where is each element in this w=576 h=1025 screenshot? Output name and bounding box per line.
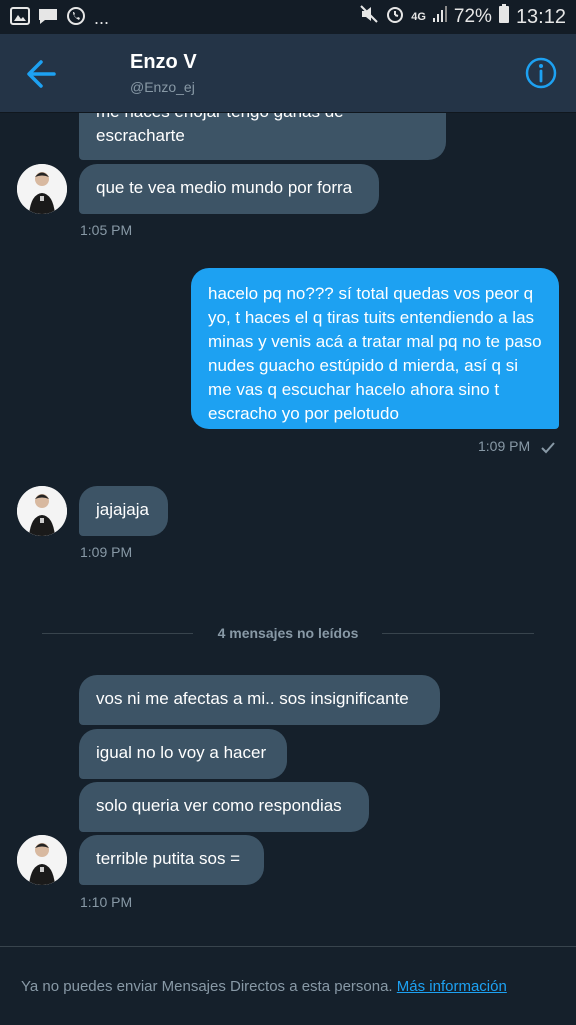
back-button[interactable] (22, 56, 62, 92)
notice-text-row: Ya no puedes enviar Mensajes Directos a … (21, 978, 507, 995)
conversation-header: Enzo V @Enzo_ej (0, 34, 576, 113)
message-icon (38, 7, 58, 30)
battery-percentage: 72% (453, 6, 492, 27)
info-button[interactable] (524, 56, 558, 90)
whatsapp-icon (66, 6, 86, 31)
avatar-image (17, 164, 67, 214)
avatar[interactable] (17, 486, 67, 536)
avatar[interactable] (17, 835, 67, 885)
more-notifications: ... (94, 8, 110, 28)
incoming-message[interactable]: que te vea medio mundo por forra (79, 164, 379, 214)
avatar-image (17, 486, 67, 536)
info-icon (525, 57, 557, 89)
clock: 13:12 (515, 5, 566, 28)
message-timestamp: 1:10 PM (80, 894, 133, 910)
battery-icon (498, 4, 510, 30)
more-info-link[interactable]: Más información (397, 978, 507, 995)
notice-text: Ya no puedes enviar Mensajes Directos a … (21, 978, 393, 995)
dm-disabled-notice: Ya no puedes enviar Mensajes Directos a … (0, 946, 576, 1025)
divider-line (382, 633, 534, 634)
status-right: 4G 72% 13:12 (359, 4, 566, 30)
incoming-message[interactable]: jajajaja (79, 486, 168, 536)
message-timestamp: 1:05 PM (80, 222, 133, 238)
message-thread[interactable]: me haces enojar tengo ganas de escrachar… (0, 113, 576, 945)
contact-name[interactable]: Enzo V (130, 51, 197, 74)
avatar[interactable] (17, 164, 67, 214)
outgoing-message[interactable]: hacelo pq no??? sí total quedas vos peor… (191, 268, 559, 429)
signal-icon (432, 5, 448, 29)
avatar-image (17, 835, 67, 885)
incoming-message[interactable]: solo queria ver como respondias (79, 782, 369, 832)
message-timestamp: 1:09 PM (80, 544, 133, 560)
mute-icon (359, 4, 379, 30)
alarm-icon (385, 4, 405, 30)
status-bar: ... 4G 72% 13:12 (0, 0, 576, 34)
image-icon (10, 7, 30, 30)
network-type: 4G (411, 11, 426, 23)
incoming-message[interactable]: me haces enojar tengo ganas de escrachar… (79, 113, 446, 160)
message-timestamp: 1:09 PM (478, 438, 531, 454)
contact-handle: @Enzo_ej (130, 79, 195, 95)
incoming-message[interactable]: terrible putita sos = (79, 835, 264, 885)
back-arrow-icon (27, 60, 56, 88)
incoming-message[interactable]: vos ni me afectas a mi.. sos insignifica… (79, 675, 440, 725)
incoming-message[interactable]: igual no lo voy a hacer (79, 729, 287, 779)
status-left: ... (10, 6, 109, 31)
read-check-icon (540, 441, 556, 460)
